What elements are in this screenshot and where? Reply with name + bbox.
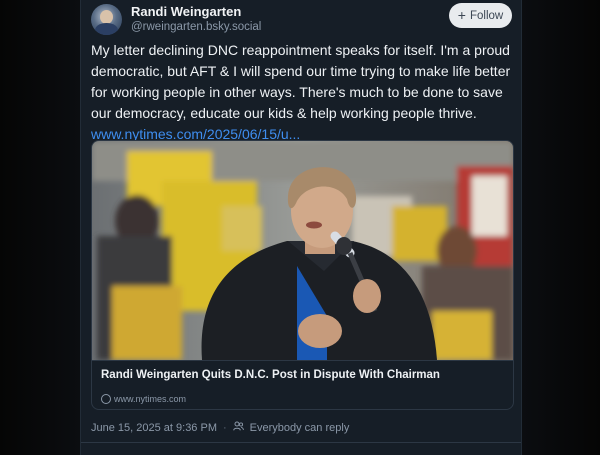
link-card-domain-text: www.nytimes.com [114,394,187,404]
follow-button-label: Follow [469,9,504,22]
avatar-face [100,10,113,24]
meta-separator: · [222,421,227,434]
follow-button[interactable]: + Follow [449,3,512,28]
avatar-body [95,23,118,35]
link-card-domain: www.nytimes.com [101,394,186,404]
post-meta: June 15, 2025 at 9:36 PM · Everybody can… [91,421,349,434]
link-card-caption: Randi Weingarten Quits D.N.C. Post in Di… [92,360,513,409]
link-card-title[interactable]: Randi Weingarten Quits D.N.C. Post in Di… [101,369,440,381]
divider [81,442,521,443]
link-card[interactable]: Randi Weingarten Quits D.N.C. Post in Di… [91,140,514,410]
post-timestamp[interactable]: June 15, 2025 at 9:36 PM [91,422,217,434]
reply-setting: Everybody can reply [249,421,350,434]
plus-icon: + [457,7,466,23]
post-body: My letter declining DNC reappointment sp… [91,40,511,145]
globe-icon [101,394,111,404]
post-thread-view: Randi Weingarten @rweingarten.bsky.socia… [80,0,522,455]
author-display-name[interactable]: Randi Weingarten [131,4,241,19]
people-icon [232,421,244,434]
backdrop-left [0,0,80,455]
link-card-image [92,141,513,360]
avatar[interactable] [91,4,122,35]
author-handle[interactable]: @rweingarten.bsky.social [131,21,261,33]
backdrop-right [522,0,600,455]
post-text: My letter declining DNC reappointment sp… [91,42,511,121]
